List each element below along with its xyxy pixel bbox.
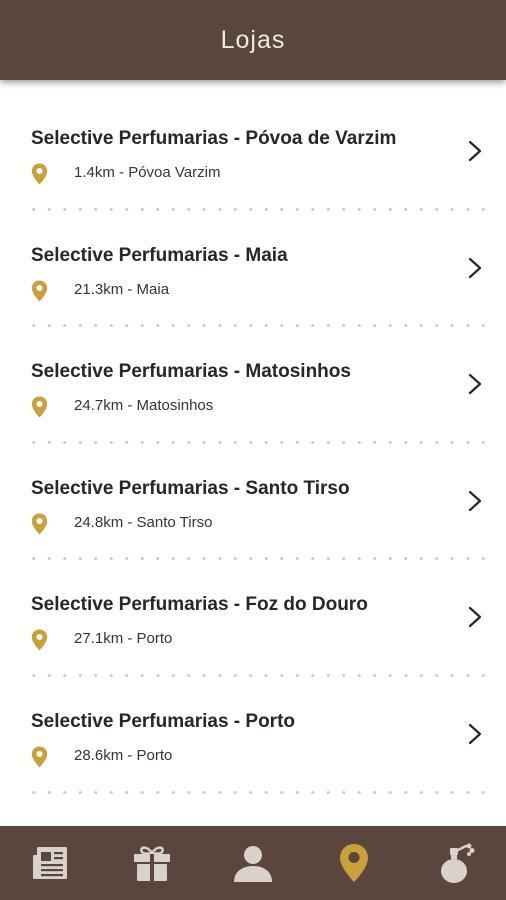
chevron-right-icon [468,374,482,395]
store-list-item[interactable]: Selective Perfumarias - Foz do Douro 27.… [0,560,506,677]
store-list: Selective Perfumarias - Póvoa de Varzim … [0,94,506,794]
store-city: Matosinhos [136,397,214,415]
tab-profile[interactable] [202,826,303,900]
store-distance: 24.7km [74,397,124,415]
location-pin-icon [31,629,48,651]
store-city: Porto [136,630,173,648]
perfume-bottle-icon [441,843,475,883]
top-app-bar: Lojas [0,0,506,80]
store-name: Selective Perfumarias - Maia [31,244,288,266]
store-distance: 24.8km [74,513,124,531]
store-distance-city: 27.1km - Porto [74,630,173,648]
location-pin-icon [31,396,48,418]
store-distance-city: 21.3km - Maia [74,280,170,298]
store-city: Porto [136,746,173,764]
store-city: Póvoa Varzim [128,164,221,181]
location-pin-icon [31,746,48,768]
gift-icon [133,846,170,881]
location-pin-icon [31,163,48,185]
store-name: Selective Perfumarias - Porto [31,710,295,732]
chevron-right-icon [468,723,482,745]
page-title: Lojas [220,25,286,54]
store-list-item[interactable]: Selective Perfumarias - Porto 28.6km - P… [0,677,506,794]
tab-perfumes[interactable] [405,826,506,900]
chevron-right-icon [468,607,482,628]
store-distance-city: 24.7km - Matosinhos [74,397,214,415]
store-city: Santo Tirso [136,513,213,531]
store-name: Selective Perfumarias - Matosinhos [31,361,351,383]
location-pin-icon [31,280,48,301]
bottom-tab-bar [0,826,506,900]
store-distance-city: 24.8km - Santo Tirso [74,513,213,531]
tab-news[interactable] [0,826,101,900]
store-list-item[interactable]: Selective Perfumarias - Santo Tirso 24.8… [0,444,506,561]
chevron-right-icon [468,140,482,162]
store-city: Maia [136,280,170,298]
user-icon [234,846,272,882]
store-distance: 1.4km [74,164,115,181]
store-distance-city: 28.6km - Porto [74,746,173,764]
store-distance: 27.1km [74,630,124,648]
location-pin-icon [340,844,369,882]
store-distance: 21.3km [74,280,124,298]
store-list-item[interactable]: Selective Perfumarias - Matosinhos 24.7k… [0,327,506,444]
store-list-item[interactable]: Selective Perfumarias - Maia 21.3km - Ma… [0,211,506,328]
newspaper-icon [32,847,67,879]
location-pin-icon [31,513,48,535]
store-name: Selective Perfumarias - Santo Tirso [31,477,350,499]
chevron-right-icon [468,490,482,511]
dotted-divider [26,790,486,794]
store-distance: 28.6km [74,746,124,764]
tab-offers[interactable] [101,826,202,900]
store-distance-city: 1.4km - Póvoa Varzim [74,164,221,181]
store-list-item[interactable]: Selective Perfumarias - Póvoa de Varzim … [0,94,506,211]
tab-stores[interactable] [304,826,405,900]
store-name: Selective Perfumarias - Póvoa de Varzim [31,128,397,149]
chevron-right-icon [468,257,482,278]
store-name: Selective Perfumarias - Foz do Douro [31,594,368,616]
